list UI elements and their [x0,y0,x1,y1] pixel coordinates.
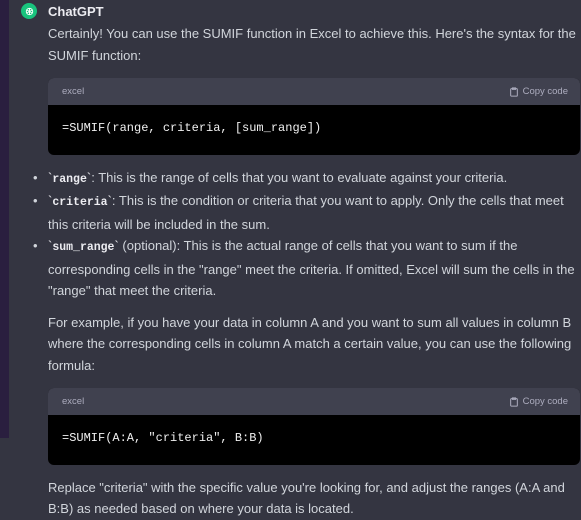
list-item: `criteria`: This is the condition or cri… [33,190,580,235]
chatgpt-avatar-icon [21,3,37,19]
closing-paragraph: Replace "criteria" with the specific val… [48,479,565,517]
code-block-example: excel Copy code =SUMIF(A:A, "criteria", … [48,388,580,465]
param-name: range [52,172,87,186]
parameter-list: `range`: This is the range of cells that… [33,167,580,302]
code-text[interactable]: =SUMIF(A:A, "criteria", B:B) [48,415,580,465]
code-language-label: excel [62,85,85,97]
copy-code-label: Copy code [522,395,568,407]
param-description: : This is the condition or criteria that… [48,193,564,232]
intro-paragraph: Certainly! You can use the SUMIF functio… [48,26,576,63]
clipboard-icon [509,86,518,97]
code-block-header: excel Copy code [48,78,580,105]
copy-code-label: Copy code [522,85,568,97]
code-text[interactable]: =SUMIF(range, criteria, [sum_range]) [48,105,580,155]
code-language-label: excel [62,395,85,407]
param-name: sum_range [52,241,115,254]
list-item: `range`: This is the range of cells that… [33,167,580,191]
param-description: : This is the range of cells that you wa… [91,169,508,185]
list-item: `sum_range` (optional): This is the actu… [33,235,580,302]
openai-logo-icon [25,7,33,15]
param-description: (optional): This is the actual range of … [48,238,575,298]
copy-code-button[interactable]: Copy code [509,81,568,103]
clipboard-icon [509,396,518,407]
copy-code-button[interactable]: Copy code [509,391,568,413]
message-author: ChatGPT [48,4,104,19]
message-content: Certainly! You can use the SUMIF functio… [33,23,580,520]
example-paragraph: For example, if you have your data in co… [48,314,572,373]
code-block-syntax: excel Copy code =SUMIF(range, criteria, … [48,78,580,155]
code-block-header: excel Copy code [48,388,580,415]
param-name: criteria [52,196,108,209]
sidebar-edge [0,0,9,438]
